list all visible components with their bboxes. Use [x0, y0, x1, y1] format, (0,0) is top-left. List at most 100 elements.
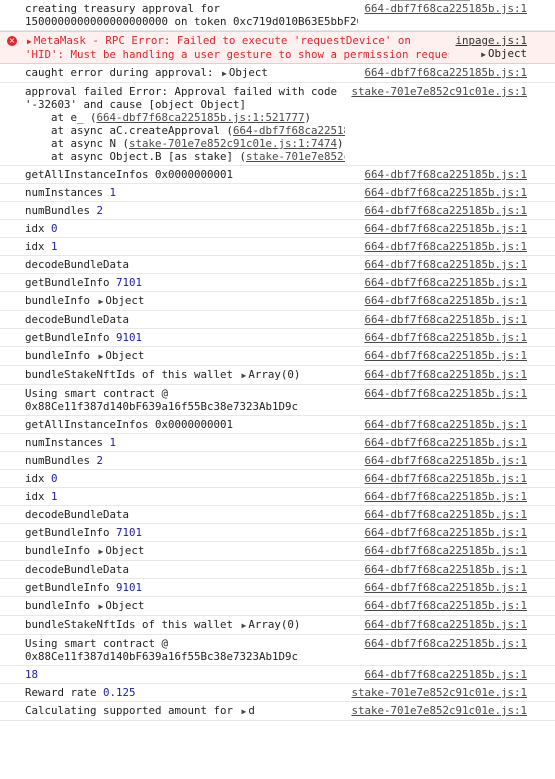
message-text: numInstances 1 — [25, 436, 358, 449]
stack-frame-link[interactable]: stake-701e7e852c91c01e.js:1:7474 — [129, 137, 337, 150]
source-link[interactable]: 664-dbf7f68ca225185b.js:1 — [364, 418, 549, 431]
object-toggle[interactable]: ▶ Array(0) — [240, 618, 301, 631]
frame-prefix: at e_ ( — [25, 111, 97, 124]
source-link[interactable]: stake-701e7e852c91c01e.js:1 — [351, 686, 549, 699]
message-line: creating treasury approval for — [25, 2, 221, 15]
source-link[interactable]: 664-dbf7f68ca225185b.js:1 — [364, 599, 549, 612]
expand-triangle-icon[interactable]: ▶ — [242, 621, 247, 630]
message-label: getAllInstanceInfos 0x0000000001 — [25, 168, 234, 181]
source-link[interactable]: 664-dbf7f68ca225185b.js:1 — [364, 313, 549, 326]
object-toggle[interactable]: ▶ Array(0) — [240, 368, 301, 381]
console-message: 18 664-dbf7f68ca225185b.js:1 — [0, 666, 555, 684]
source-link[interactable]: 664-dbf7f68ca225185b.js:1 — [364, 472, 549, 485]
console-message: numBundles 2 664-dbf7f68ca225185b.js:1 — [0, 202, 555, 220]
message-line: 0x88Ce11f387d140bF639a16f55Bc38e7323Ab1D… — [25, 650, 299, 663]
console-message: × ▶ MetaMask - RPC Error: Failed to execut… — [0, 31, 555, 64]
expand-triangle-icon[interactable]: ▶ — [99, 297, 104, 306]
stack-frame-link[interactable]: 664-dbf7f68ca225185b.js:1:991574 — [233, 124, 345, 137]
source-link[interactable]: 664-dbf7f68ca225185b.js:1 — [364, 349, 549, 362]
object-label: Object — [105, 349, 145, 362]
expand-triangle-icon[interactable]: ▶ — [27, 37, 32, 46]
source-link[interactable]: 664-dbf7f68ca225185b.js:1 — [364, 204, 549, 217]
source-link[interactable]: 664-dbf7f68ca225185b.js:1 — [364, 186, 549, 199]
object-label: Object — [105, 544, 145, 557]
message-label: bundleInfo — [25, 294, 97, 307]
object-toggle[interactable]: ▶ Object — [220, 66, 268, 79]
object-toggle[interactable]: ▶ d — [240, 704, 255, 717]
message-source-group: inpage.js:1 ▶ Object — [449, 34, 549, 61]
expand-triangle-icon[interactable]: ▶ — [99, 547, 104, 556]
source-link[interactable]: stake-701e7e852c91c01e.js:1 — [351, 85, 549, 98]
expand-triangle-icon[interactable]: ▶ — [222, 69, 227, 78]
message-label: bundleStakeNftIds of this wallet — [25, 618, 240, 631]
object-toggle[interactable]: ▶ Object — [449, 47, 549, 61]
source-link[interactable]: 664-dbf7f68ca225185b.js:1 — [364, 508, 549, 521]
source-link[interactable]: inpage.js:1 — [455, 34, 549, 47]
source-link[interactable]: 664-dbf7f68ca225185b.js:1 — [364, 490, 549, 503]
frame-prefix: at async N ( — [25, 137, 130, 150]
console-message: getBundleInfo 9101 664-dbf7f68ca225185b.j… — [0, 579, 555, 597]
expand-triangle-icon[interactable]: ▶ — [99, 602, 104, 611]
source-link[interactable]: 664-dbf7f68ca225185b.js:1 — [364, 66, 549, 79]
source-link[interactable]: stake-701e7e852c91c01e.js:1 — [351, 704, 549, 717]
expand-triangle-icon[interactable]: ▶ — [481, 50, 486, 59]
message-label: idx — [25, 240, 52, 253]
message-text: numBundles 2 — [25, 454, 358, 467]
message-text: 18 — [25, 668, 358, 681]
source-link[interactable]: 664-dbf7f68ca225185b.js:1 — [364, 294, 549, 307]
console-message: getBundleInfo 9101 664-dbf7f68ca225185b.j… — [0, 329, 555, 347]
message-label: idx — [25, 222, 52, 235]
numeric-value: 18 — [25, 668, 39, 681]
source-link[interactable]: 664-dbf7f68ca225185b.js:1 — [364, 563, 549, 576]
numeric-value: 7101 — [116, 526, 143, 539]
expand-triangle-icon[interactable]: ▶ — [242, 707, 247, 716]
expand-triangle-icon[interactable]: ▶ — [99, 352, 104, 361]
source-link[interactable]: 664-dbf7f68ca225185b.js:1 — [364, 2, 549, 15]
source-link[interactable]: 664-dbf7f68ca225185b.js:1 — [364, 258, 549, 271]
message-text: Calculating supported amount for ▶ d — [25, 704, 345, 718]
numeric-value: 0 — [51, 222, 58, 235]
console-message: decodeBundleData 664-dbf7f68ca225185b.js:… — [0, 256, 555, 274]
source-link[interactable]: 664-dbf7f68ca225185b.js:1 — [364, 668, 549, 681]
source-link[interactable]: 664-dbf7f68ca225185b.js:1 — [364, 581, 549, 594]
message-text: decodeBundleData — [25, 508, 358, 521]
source-link[interactable]: 664-dbf7f68ca225185b.js:1 — [364, 544, 549, 557]
source-link[interactable]: 664-dbf7f68ca225185b.js:1 — [364, 454, 549, 467]
source-link[interactable]: 664-dbf7f68ca225185b.js:1 — [364, 168, 549, 181]
message-text: caught error during approval: ▶ Object — [25, 66, 358, 80]
message-text: getAllInstanceInfos 0x0000000001 — [25, 418, 358, 431]
message-label: bundleInfo — [25, 599, 97, 612]
object-toggle[interactable]: ▶ Object — [97, 349, 145, 362]
object-toggle[interactable]: ▶ Object — [97, 294, 145, 307]
message-text: decodeBundleData — [25, 313, 358, 326]
message-text: bundleStakeNftIds of this wallet ▶ Array(… — [25, 368, 358, 382]
stack-frame: at async Object.B [as stake] (stake-701e… — [25, 150, 345, 163]
source-link[interactable]: 664-dbf7f68ca225185b.js:1 — [364, 222, 549, 235]
numeric-value: 9101 — [116, 581, 143, 594]
console-message: idx 1 664-dbf7f68ca225185b.js:1 — [0, 238, 555, 256]
source-link[interactable]: 664-dbf7f68ca225185b.js:1 — [364, 618, 549, 631]
error-text: 'HID': Must be handling a user gesture t… — [25, 48, 450, 61]
source-link[interactable]: 664-dbf7f68ca225185b.js:1 — [364, 331, 549, 344]
console-message: creating treasury approval for 1500000000… — [0, 0, 555, 31]
frame-prefix: at async aC.createApproval ( — [25, 124, 234, 137]
source-link[interactable]: 664-dbf7f68ca225185b.js:1 — [364, 526, 549, 539]
numeric-value: 7101 — [116, 276, 143, 289]
source-link[interactable]: 664-dbf7f68ca225185b.js:1 — [364, 368, 549, 381]
source-link[interactable]: 664-dbf7f68ca225185b.js:1 — [364, 637, 549, 650]
object-label: Object — [105, 294, 145, 307]
source-link[interactable]: 664-dbf7f68ca225185b.js:1 — [364, 276, 549, 289]
message-line: 0x88Ce11f387d140bF639a16f55Bc38e7323Ab1D… — [25, 400, 299, 413]
expand-triangle-icon[interactable]: ▶ — [242, 371, 247, 380]
source-link[interactable]: 664-dbf7f68ca225185b.js:1 — [364, 436, 549, 449]
frame-prefix: at async Object.B [as stake] ( — [25, 150, 247, 163]
stack-frame-link[interactable]: stake-701e7e852c91c01e.js:1:7063 — [246, 150, 345, 163]
console-message: Reward rate 0.125 stake-701e7e852c91c01e.… — [0, 684, 555, 702]
stack-frame-link[interactable]: 664-dbf7f68ca225185b.js:1:521777 — [97, 111, 305, 124]
message-text: Using smart contract @0x88Ce11f387d140bF… — [25, 637, 358, 663]
object-toggle[interactable]: ▶ Object — [97, 599, 145, 612]
object-toggle[interactable]: ▶ Object — [97, 544, 145, 557]
source-link[interactable]: 664-dbf7f68ca225185b.js:1 — [364, 240, 549, 253]
error-line: 'HID': Must be handling a user gesture t… — [25, 48, 449, 61]
source-link[interactable]: 664-dbf7f68ca225185b.js:1 — [364, 387, 549, 400]
